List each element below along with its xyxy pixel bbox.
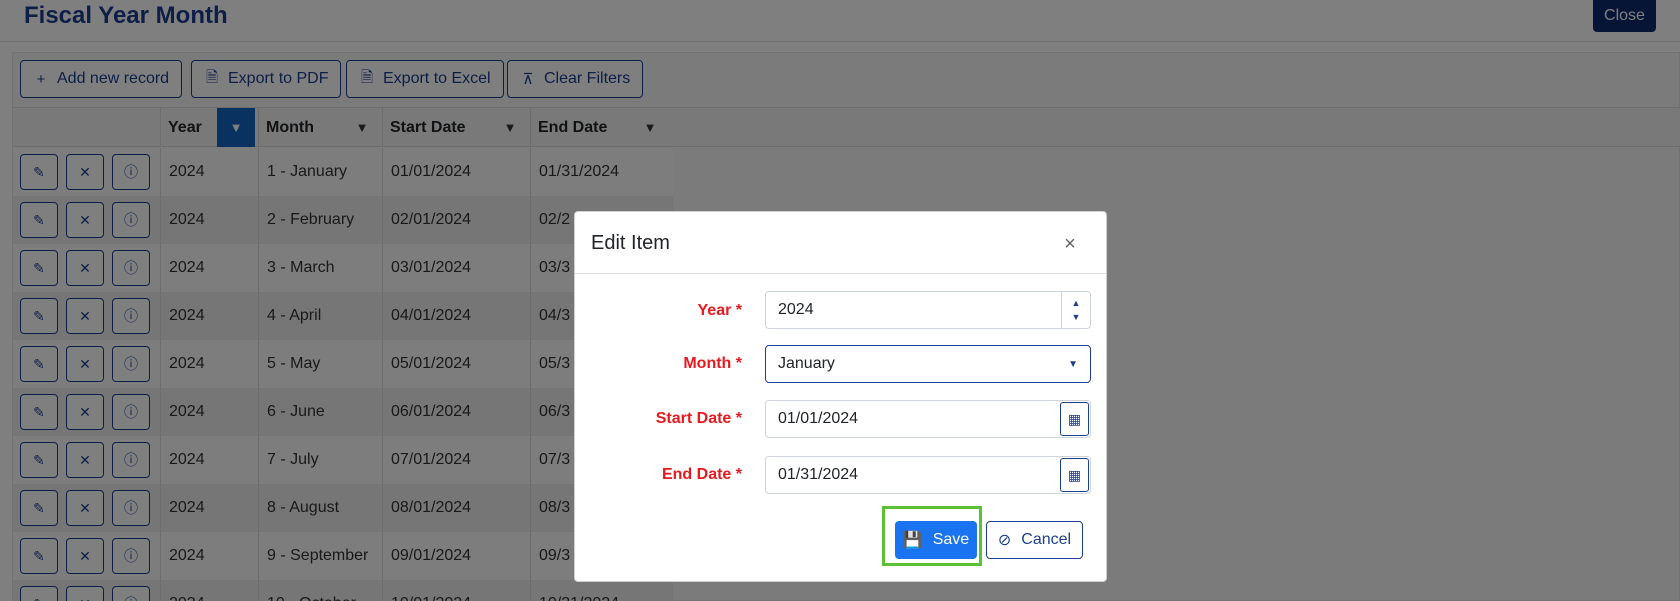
start-date-label: Start Date * bbox=[655, 410, 742, 427]
calendar-icon[interactable]: ▦ bbox=[1060, 402, 1089, 436]
year-numeric-input[interactable]: 2024 ▲ ▼ bbox=[765, 291, 1091, 329]
end-date-value: 01/31/2024 bbox=[778, 466, 859, 483]
dialog-header: Edit Item × bbox=[575, 212, 1106, 274]
month-value: January bbox=[778, 355, 835, 372]
close-icon[interactable]: × bbox=[1055, 229, 1085, 259]
cancel-icon: ⊘ bbox=[997, 532, 1012, 549]
month-label: Month * bbox=[683, 355, 742, 372]
floppy-disk-icon: 💾 bbox=[902, 532, 923, 549]
save-label: Save bbox=[932, 531, 970, 548]
spin-down-icon[interactable]: ▼ bbox=[1072, 310, 1081, 324]
calendar-icon[interactable]: ▦ bbox=[1060, 458, 1089, 492]
cancel-button[interactable]: ⊘ Cancel bbox=[986, 521, 1083, 559]
chevron-down-icon: ▼ bbox=[1068, 359, 1078, 370]
save-button[interactable]: 💾 Save bbox=[895, 521, 977, 559]
year-value: 2024 bbox=[778, 301, 814, 318]
start-date-value: 01/01/2024 bbox=[778, 410, 859, 427]
end-date-picker[interactable]: 01/31/2024 ▦ bbox=[765, 456, 1091, 494]
end-date-label: End Date * bbox=[661, 466, 742, 483]
cancel-label: Cancel bbox=[1021, 531, 1072, 548]
dialog-title: Edit Item bbox=[591, 232, 670, 254]
month-dropdown[interactable]: January ▼ bbox=[765, 345, 1091, 383]
start-date-picker[interactable]: 01/01/2024 ▦ bbox=[765, 400, 1091, 438]
year-spinner[interactable]: ▲ ▼ bbox=[1061, 292, 1090, 328]
year-label: Year * bbox=[697, 302, 742, 319]
spin-up-icon[interactable]: ▲ bbox=[1072, 296, 1081, 310]
edit-item-dialog: Edit Item × Year * 2024 ▲ ▼ Month * Janu… bbox=[574, 211, 1107, 582]
